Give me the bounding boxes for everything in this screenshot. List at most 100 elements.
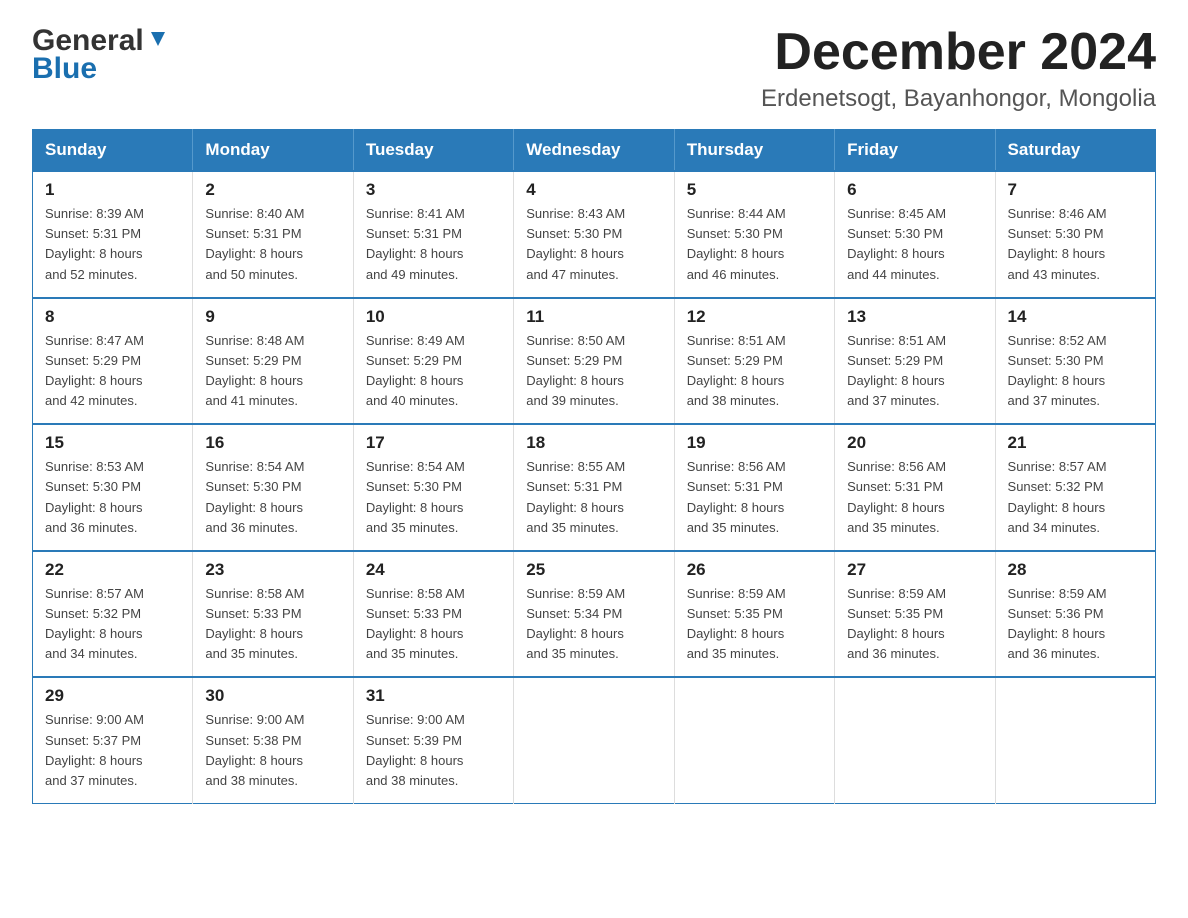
day-number: 20 [847,433,982,453]
day-info: Sunrise: 8:53 AM Sunset: 5:30 PM Dayligh… [45,457,180,538]
header-tuesday: Tuesday [353,130,513,172]
day-info: Sunrise: 9:00 AM Sunset: 5:39 PM Dayligh… [366,710,501,791]
day-info: Sunrise: 8:48 AM Sunset: 5:29 PM Dayligh… [205,331,340,412]
header-sunday: Sunday [33,130,193,172]
calendar-day-28: 28 Sunrise: 8:59 AM Sunset: 5:36 PM Dayl… [995,551,1155,678]
day-number: 15 [45,433,180,453]
day-number: 12 [687,307,822,327]
page-subtitle: Erdenetsogt, Bayanhongor, Mongolia [761,85,1156,113]
day-number: 9 [205,307,340,327]
day-number: 3 [366,180,501,200]
page-header: General Blue December 2024 Erdenetsogt, … [32,24,1156,113]
calendar-day-25: 25 Sunrise: 8:59 AM Sunset: 5:34 PM Dayl… [514,551,674,678]
day-info: Sunrise: 8:59 AM Sunset: 5:34 PM Dayligh… [526,584,661,665]
day-number: 24 [366,560,501,580]
day-info: Sunrise: 8:44 AM Sunset: 5:30 PM Dayligh… [687,204,822,285]
day-info: Sunrise: 8:59 AM Sunset: 5:36 PM Dayligh… [1008,584,1143,665]
calendar-day-3: 3 Sunrise: 8:41 AM Sunset: 5:31 PM Dayli… [353,171,513,298]
calendar-week-3: 15 Sunrise: 8:53 AM Sunset: 5:30 PM Dayl… [33,424,1156,551]
calendar-day-20: 20 Sunrise: 8:56 AM Sunset: 5:31 PM Dayl… [835,424,995,551]
calendar-day-26: 26 Sunrise: 8:59 AM Sunset: 5:35 PM Dayl… [674,551,834,678]
day-info: Sunrise: 8:47 AM Sunset: 5:29 PM Dayligh… [45,331,180,412]
calendar-day-30: 30 Sunrise: 9:00 AM Sunset: 5:38 PM Dayl… [193,677,353,803]
logo-blue-text: Blue [32,52,97,86]
day-number: 29 [45,686,180,706]
day-number: 23 [205,560,340,580]
day-number: 2 [205,180,340,200]
title-block: December 2024 Erdenetsogt, Bayanhongor, … [761,24,1156,113]
calendar-week-5: 29 Sunrise: 9:00 AM Sunset: 5:37 PM Dayl… [33,677,1156,803]
calendar-day-10: 10 Sunrise: 8:49 AM Sunset: 5:29 PM Dayl… [353,298,513,425]
calendar-day-22: 22 Sunrise: 8:57 AM Sunset: 5:32 PM Dayl… [33,551,193,678]
day-info: Sunrise: 9:00 AM Sunset: 5:37 PM Dayligh… [45,710,180,791]
empty-cell [995,677,1155,803]
day-info: Sunrise: 8:58 AM Sunset: 5:33 PM Dayligh… [366,584,501,665]
day-info: Sunrise: 8:43 AM Sunset: 5:30 PM Dayligh… [526,204,661,285]
header-wednesday: Wednesday [514,130,674,172]
day-info: Sunrise: 8:49 AM Sunset: 5:29 PM Dayligh… [366,331,501,412]
day-number: 4 [526,180,661,200]
calendar-day-19: 19 Sunrise: 8:56 AM Sunset: 5:31 PM Dayl… [674,424,834,551]
day-number: 31 [366,686,501,706]
calendar-day-9: 9 Sunrise: 8:48 AM Sunset: 5:29 PM Dayli… [193,298,353,425]
calendar-day-15: 15 Sunrise: 8:53 AM Sunset: 5:30 PM Dayl… [33,424,193,551]
logo: General Blue [32,24,169,86]
day-number: 19 [687,433,822,453]
page-title: December 2024 [761,24,1156,81]
day-number: 8 [45,307,180,327]
calendar-day-23: 23 Sunrise: 8:58 AM Sunset: 5:33 PM Dayl… [193,551,353,678]
calendar-week-2: 8 Sunrise: 8:47 AM Sunset: 5:29 PM Dayli… [33,298,1156,425]
day-info: Sunrise: 8:58 AM Sunset: 5:33 PM Dayligh… [205,584,340,665]
calendar-day-16: 16 Sunrise: 8:54 AM Sunset: 5:30 PM Dayl… [193,424,353,551]
empty-cell [835,677,995,803]
day-info: Sunrise: 8:46 AM Sunset: 5:30 PM Dayligh… [1008,204,1143,285]
day-number: 7 [1008,180,1143,200]
calendar-day-4: 4 Sunrise: 8:43 AM Sunset: 5:30 PM Dayli… [514,171,674,298]
day-number: 22 [45,560,180,580]
empty-cell [674,677,834,803]
calendar-day-17: 17 Sunrise: 8:54 AM Sunset: 5:30 PM Dayl… [353,424,513,551]
calendar-day-8: 8 Sunrise: 8:47 AM Sunset: 5:29 PM Dayli… [33,298,193,425]
day-number: 18 [526,433,661,453]
day-info: Sunrise: 8:52 AM Sunset: 5:30 PM Dayligh… [1008,331,1143,412]
day-number: 5 [687,180,822,200]
header-thursday: Thursday [674,130,834,172]
day-info: Sunrise: 8:59 AM Sunset: 5:35 PM Dayligh… [847,584,982,665]
calendar-day-7: 7 Sunrise: 8:46 AM Sunset: 5:30 PM Dayli… [995,171,1155,298]
day-info: Sunrise: 8:50 AM Sunset: 5:29 PM Dayligh… [526,331,661,412]
day-info: Sunrise: 8:51 AM Sunset: 5:29 PM Dayligh… [847,331,982,412]
calendar-day-6: 6 Sunrise: 8:45 AM Sunset: 5:30 PM Dayli… [835,171,995,298]
day-info: Sunrise: 8:40 AM Sunset: 5:31 PM Dayligh… [205,204,340,285]
day-info: Sunrise: 8:51 AM Sunset: 5:29 PM Dayligh… [687,331,822,412]
calendar-day-18: 18 Sunrise: 8:55 AM Sunset: 5:31 PM Dayl… [514,424,674,551]
day-info: Sunrise: 8:45 AM Sunset: 5:30 PM Dayligh… [847,204,982,285]
day-info: Sunrise: 8:41 AM Sunset: 5:31 PM Dayligh… [366,204,501,285]
calendar-day-11: 11 Sunrise: 8:50 AM Sunset: 5:29 PM Dayl… [514,298,674,425]
day-number: 11 [526,307,661,327]
day-info: Sunrise: 8:56 AM Sunset: 5:31 PM Dayligh… [847,457,982,538]
calendar-day-2: 2 Sunrise: 8:40 AM Sunset: 5:31 PM Dayli… [193,171,353,298]
day-number: 14 [1008,307,1143,327]
calendar-day-21: 21 Sunrise: 8:57 AM Sunset: 5:32 PM Dayl… [995,424,1155,551]
calendar-day-29: 29 Sunrise: 9:00 AM Sunset: 5:37 PM Dayl… [33,677,193,803]
calendar-day-24: 24 Sunrise: 8:58 AM Sunset: 5:33 PM Dayl… [353,551,513,678]
day-number: 10 [366,307,501,327]
day-info: Sunrise: 9:00 AM Sunset: 5:38 PM Dayligh… [205,710,340,791]
calendar-day-5: 5 Sunrise: 8:44 AM Sunset: 5:30 PM Dayli… [674,171,834,298]
calendar-day-13: 13 Sunrise: 8:51 AM Sunset: 5:29 PM Dayl… [835,298,995,425]
day-number: 21 [1008,433,1143,453]
day-info: Sunrise: 8:59 AM Sunset: 5:35 PM Dayligh… [687,584,822,665]
calendar-day-1: 1 Sunrise: 8:39 AM Sunset: 5:31 PM Dayli… [33,171,193,298]
day-info: Sunrise: 8:39 AM Sunset: 5:31 PM Dayligh… [45,204,180,285]
day-info: Sunrise: 8:56 AM Sunset: 5:31 PM Dayligh… [687,457,822,538]
day-number: 17 [366,433,501,453]
day-number: 1 [45,180,180,200]
day-info: Sunrise: 8:54 AM Sunset: 5:30 PM Dayligh… [366,457,501,538]
calendar-week-4: 22 Sunrise: 8:57 AM Sunset: 5:32 PM Dayl… [33,551,1156,678]
day-number: 26 [687,560,822,580]
day-info: Sunrise: 8:55 AM Sunset: 5:31 PM Dayligh… [526,457,661,538]
calendar-day-27: 27 Sunrise: 8:59 AM Sunset: 5:35 PM Dayl… [835,551,995,678]
day-info: Sunrise: 8:54 AM Sunset: 5:30 PM Dayligh… [205,457,340,538]
day-number: 25 [526,560,661,580]
header-saturday: Saturday [995,130,1155,172]
